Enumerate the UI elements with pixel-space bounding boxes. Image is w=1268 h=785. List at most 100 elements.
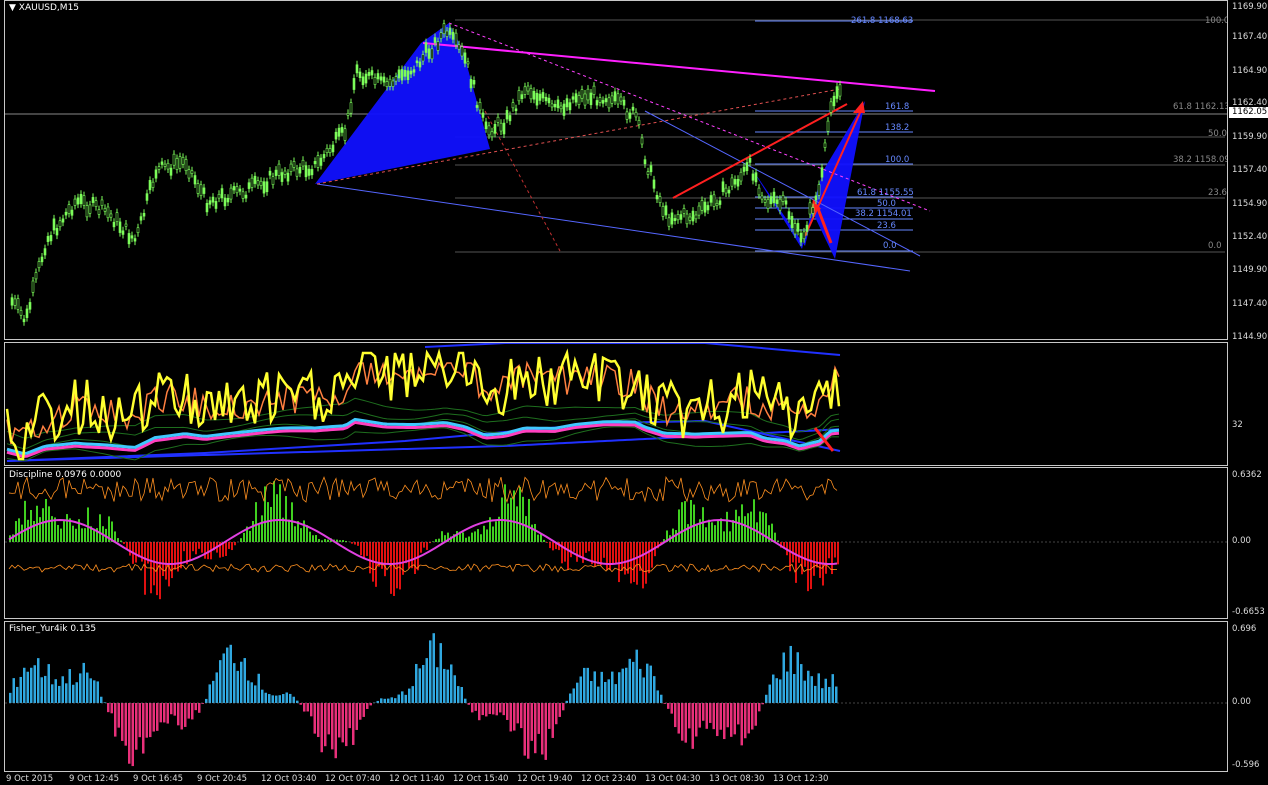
- fisher-bar-pos: [397, 694, 400, 703]
- candle-body: [322, 154, 326, 159]
- fisher-pane[interactable]: Fisher_Yur4ik 0.135: [4, 621, 1228, 772]
- fisher-bar-neg: [719, 703, 722, 730]
- fisher-scale: 0.696 0.00 -0.596: [1229, 621, 1268, 772]
- candle-body: [823, 142, 827, 148]
- collapse-icon[interactable]: ▼: [9, 3, 19, 13]
- discipline-bar-neg: [174, 542, 176, 570]
- candle-body: [772, 191, 776, 204]
- fisher-bar-neg: [191, 703, 194, 720]
- fisher-bar-pos: [37, 658, 40, 703]
- discipline-bar-pos: [525, 516, 527, 542]
- discipline-bar-neg: [162, 542, 164, 576]
- discipline-bar-neg: [153, 542, 155, 586]
- candle-body: [598, 97, 602, 103]
- fisher-bar-neg: [677, 703, 680, 734]
- discipline-bar-pos: [21, 524, 23, 542]
- discipline-bar-pos: [738, 516, 740, 542]
- fisher-bar-neg: [544, 703, 547, 760]
- candle-body: [505, 110, 509, 120]
- candle-body: [529, 88, 533, 100]
- candle-body: [97, 209, 101, 215]
- fisher-bar-pos: [835, 686, 838, 703]
- fisher-bar-pos: [443, 668, 446, 703]
- fisher-bar-pos: [649, 665, 652, 703]
- candle-body: [307, 168, 311, 176]
- candle-body: [10, 297, 14, 306]
- candle-body: [385, 81, 389, 87]
- candle-body: [421, 54, 425, 62]
- discipline-bar-pos: [693, 504, 695, 542]
- candle-body: [517, 90, 521, 102]
- candle-body: [367, 72, 371, 76]
- candle-body: [712, 194, 716, 207]
- candle-body: [85, 205, 89, 218]
- fib-label-236-low: 23.6: [877, 221, 896, 231]
- fisher-bar-neg: [726, 703, 729, 728]
- discipline-pane[interactable]: Discipline 0.0976 0.0000: [4, 467, 1228, 619]
- discipline-bar-neg: [648, 542, 650, 574]
- candle-body: [553, 103, 557, 108]
- candle-body: [661, 206, 665, 217]
- discipline-bar-pos: [465, 537, 467, 542]
- fisher-bar-pos: [656, 690, 659, 703]
- candle-body: [619, 96, 623, 102]
- discipline-bar-pos: [87, 507, 89, 542]
- fisher-bar-pos: [65, 683, 68, 703]
- fisher-bar-pos: [296, 700, 299, 703]
- discipline-bar-neg: [234, 542, 236, 546]
- candle-body: [487, 125, 491, 136]
- candle-body: [460, 46, 464, 57]
- candle-body: [343, 128, 347, 141]
- fisher-bar-neg: [523, 703, 526, 756]
- discipline-bar-pos: [327, 539, 329, 542]
- fisher-bar-pos: [422, 664, 425, 703]
- fisher-bar-pos: [282, 694, 285, 703]
- fib-label-ext-100: 100.0: [885, 155, 910, 165]
- discipline-upper-dotted: [8, 476, 838, 504]
- discipline-bar-pos: [255, 502, 257, 542]
- symbol-label: XAUUSD,M15: [18, 3, 80, 13]
- fisher-bar-neg: [691, 703, 694, 749]
- fisher-bar-pos: [254, 685, 257, 703]
- oscillator-scale: 32: [1229, 342, 1268, 466]
- discipline-bar-pos: [258, 524, 260, 542]
- fisher-bar-neg: [198, 703, 201, 713]
- fib-label-2618: 261.8 1168.63: [851, 16, 914, 26]
- discipline-bar-neg: [201, 542, 203, 553]
- candle-body: [484, 121, 488, 130]
- fisher-bar-neg: [159, 703, 162, 723]
- discipline-bar-pos: [276, 494, 278, 542]
- oscillator-pane[interactable]: [4, 342, 1228, 466]
- candle-body: [601, 100, 605, 104]
- candle-body: [73, 198, 77, 206]
- fisher-bar-neg: [107, 703, 110, 713]
- discipline-bar-neg: [396, 542, 398, 589]
- price-chart-pane[interactable]: ▼ XAUUSD,M15 261.8 1168.63 100.0 61.8 11…: [4, 0, 1228, 340]
- candle-body: [781, 194, 785, 202]
- candle-body: [283, 170, 287, 175]
- fisher-bar-pos: [387, 698, 390, 703]
- candle-body: [577, 95, 581, 105]
- price-tick: 1169.90: [1232, 2, 1268, 12]
- candle-body: [703, 201, 707, 213]
- discipline-bar-neg: [600, 542, 602, 566]
- discipline-bar-neg: [426, 542, 428, 550]
- fib-label-618-price: 61.8 1162.13: [1173, 102, 1228, 112]
- fisher-bar-pos: [632, 661, 635, 703]
- discipline-bar-pos: [504, 484, 506, 542]
- discipline-bar-pos: [690, 499, 692, 542]
- candle-body: [652, 179, 656, 189]
- discipline-bar-pos: [336, 539, 338, 542]
- candle-body: [646, 171, 650, 175]
- discipline-bar-neg: [642, 542, 644, 589]
- fib-label-1618: 161.8: [885, 102, 910, 112]
- fisher-bar-neg: [481, 703, 484, 716]
- discipline-bar-neg: [195, 542, 197, 555]
- candle-body: [196, 183, 200, 194]
- fisher-bar-pos: [828, 686, 831, 703]
- candle-body: [52, 218, 56, 231]
- discipline-bar-pos: [324, 539, 326, 542]
- candle-body: [115, 212, 119, 222]
- discipline-bar-pos: [24, 500, 26, 542]
- discipline-bar-neg: [129, 542, 131, 556]
